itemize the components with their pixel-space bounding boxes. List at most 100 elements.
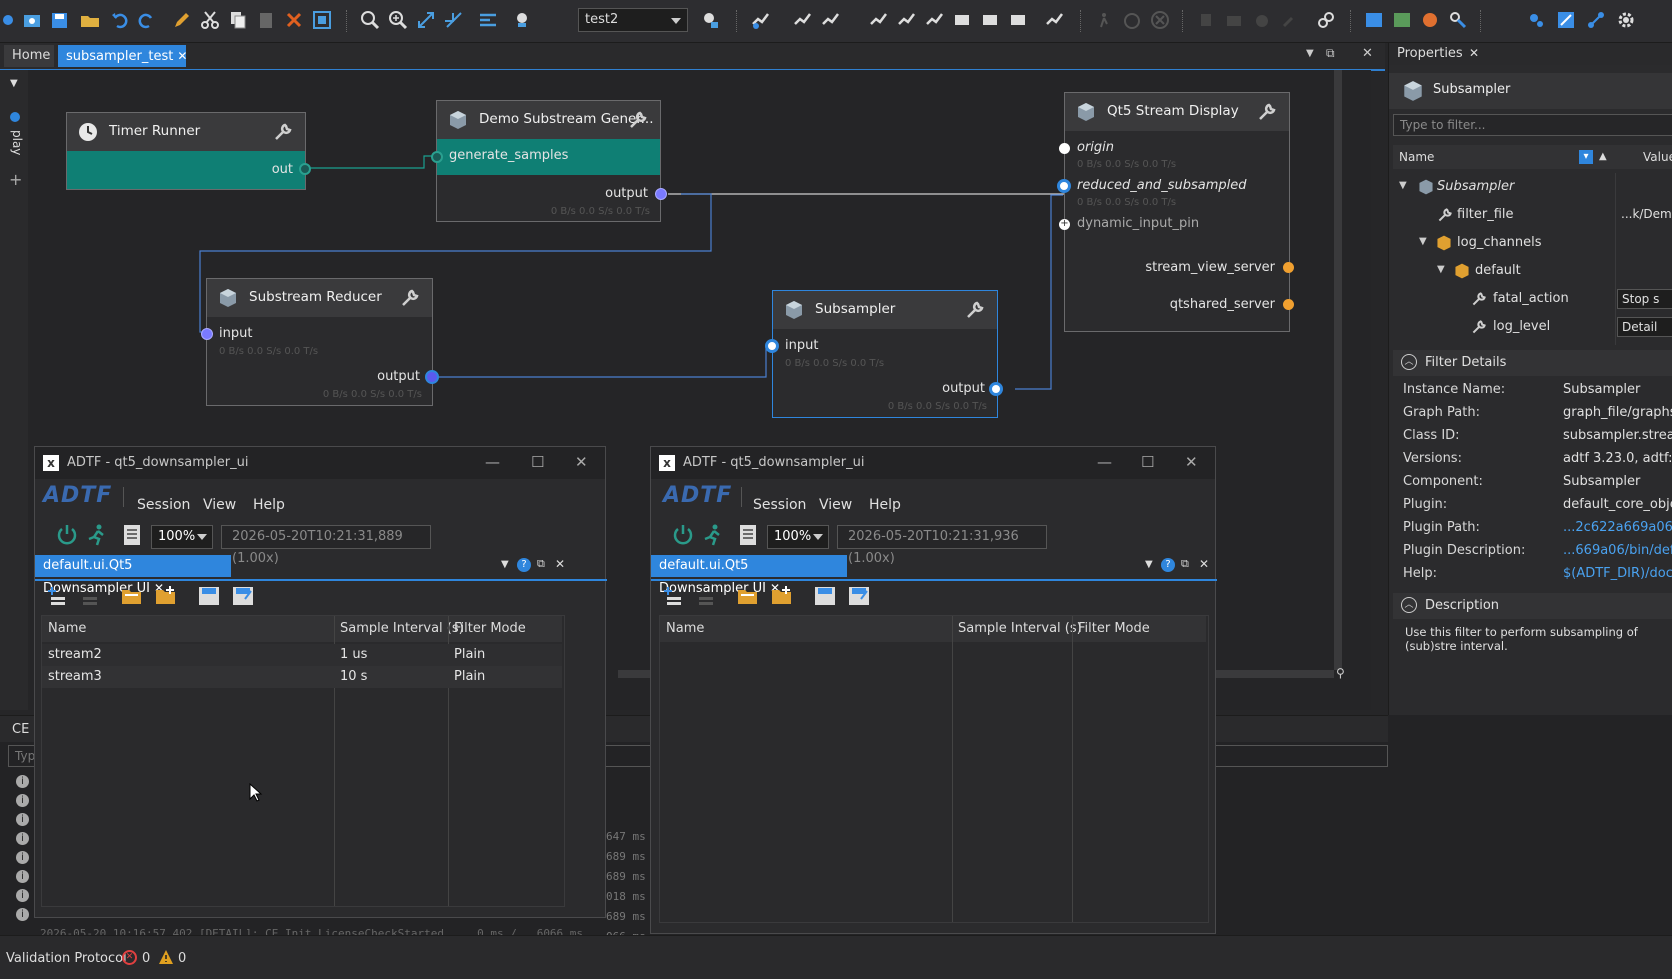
col-name[interactable]: Name bbox=[48, 616, 86, 642]
filter-stop-icon[interactable] bbox=[820, 10, 840, 30]
save-as-icon[interactable] bbox=[847, 585, 871, 607]
help-icon[interactable]: ? bbox=[517, 558, 531, 572]
wrench-icon[interactable] bbox=[400, 288, 420, 308]
maximize-icon[interactable]: ☐ bbox=[1141, 453, 1154, 471]
launch-icon[interactable] bbox=[700, 10, 720, 30]
collapse-icon[interactable] bbox=[444, 10, 464, 30]
menu-help[interactable]: Help bbox=[869, 497, 901, 513]
sort-ascending-icon[interactable]: ▲ bbox=[1599, 151, 1607, 162]
tab-downsampler-ui[interactable]: default.ui.Qt5 Downsampler UI ✕ bbox=[651, 555, 847, 596]
minimize-icon[interactable]: — bbox=[485, 453, 500, 471]
zoom-select[interactable]: 100% bbox=[767, 525, 829, 549]
chevron-down-icon[interactable]: ▼ bbox=[10, 78, 18, 89]
window-titlebar[interactable]: x ADTF - qt5_downsampler_ui — ☐ ✕ bbox=[35, 447, 605, 479]
float-icon[interactable]: ⧉ bbox=[1181, 557, 1189, 571]
pause-icon[interactable] bbox=[924, 10, 944, 30]
filter-details-header[interactable]: ︿ Filter Details bbox=[1393, 350, 1672, 376]
close-icon[interactable]: ✕ bbox=[1199, 557, 1209, 571]
maximize-icon[interactable]: ☐ bbox=[531, 453, 544, 471]
redo-icon[interactable] bbox=[136, 10, 156, 30]
profile-select[interactable]: test2 bbox=[578, 8, 688, 32]
zoom-icon[interactable]: ⚲ bbox=[1336, 666, 1345, 680]
pie-icon[interactable] bbox=[1420, 10, 1440, 30]
pin-out[interactable] bbox=[299, 163, 311, 175]
filter-run-icon[interactable] bbox=[750, 10, 770, 30]
tab-subsampler-test[interactable]: subsampler_test ✕ bbox=[58, 45, 187, 67]
cell-interval[interactable]: 10 s bbox=[340, 669, 367, 684]
detail-link[interactable]: ...2c622a669a06/ bbox=[1563, 520, 1672, 535]
add-stream-icon[interactable] bbox=[663, 585, 685, 607]
key-icon[interactable] bbox=[1448, 10, 1468, 30]
session-icon[interactable] bbox=[1008, 10, 1028, 30]
validation-label[interactable]: Validation Protocol bbox=[6, 951, 127, 966]
link-icon[interactable] bbox=[1316, 10, 1336, 30]
wrench-icon[interactable] bbox=[273, 122, 293, 142]
add-icon[interactable]: + bbox=[9, 170, 22, 189]
run-icon[interactable] bbox=[701, 523, 725, 547]
tab-downsampler-ui[interactable]: default.ui.Qt5 Downsampler UI ✕ bbox=[35, 555, 231, 596]
minimize-icon[interactable]: — bbox=[1097, 453, 1112, 471]
export-icon[interactable] bbox=[1556, 10, 1576, 30]
save-icon[interactable] bbox=[197, 585, 221, 607]
delete-icon[interactable] bbox=[284, 10, 304, 30]
share-icon[interactable] bbox=[1586, 10, 1606, 30]
new-folder-icon[interactable] bbox=[155, 585, 177, 607]
pin-origin[interactable] bbox=[1059, 143, 1070, 154]
pin-reduced-and-subsampled[interactable] bbox=[1057, 179, 1071, 193]
col-sample-interval[interactable]: Sample Interval (s) bbox=[340, 616, 464, 642]
filter-step-icon[interactable] bbox=[792, 10, 812, 30]
help-icon[interactable]: ? bbox=[1161, 558, 1175, 572]
wrench-icon[interactable] bbox=[965, 300, 985, 320]
menu-session[interactable]: Session bbox=[137, 497, 190, 513]
tree-row[interactable]: log_level Detail bbox=[1389, 315, 1672, 341]
record-icon[interactable] bbox=[952, 10, 972, 30]
plugins-icon[interactable] bbox=[1526, 10, 1546, 30]
col-sample-interval[interactable]: Sample Interval (s) bbox=[958, 616, 1082, 642]
power-icon[interactable] bbox=[55, 523, 79, 547]
node-qt5-stream-display[interactable]: Qt5 Stream Display origin 0 B/s 0.0 S/s … bbox=[1057, 92, 1294, 332]
copy-icon[interactable] bbox=[228, 10, 248, 30]
run-icon[interactable] bbox=[896, 10, 916, 30]
node-timer-runner[interactable]: Timer Runner out bbox=[66, 112, 311, 190]
close-icon[interactable]: ✕ bbox=[1362, 46, 1373, 61]
close-icon[interactable]: ✕ bbox=[555, 557, 565, 571]
zoom-in-icon[interactable] bbox=[388, 10, 408, 30]
float-icon[interactable]: ⧉ bbox=[1326, 46, 1335, 61]
init-icon[interactable] bbox=[868, 10, 888, 30]
undo-icon[interactable] bbox=[110, 10, 130, 30]
pin-out[interactable] bbox=[989, 382, 1003, 396]
save-as-icon[interactable] bbox=[231, 585, 255, 607]
menu-view[interactable]: View bbox=[203, 497, 236, 513]
view-icon[interactable] bbox=[512, 10, 532, 30]
menu-session[interactable]: Session bbox=[753, 497, 806, 513]
pin-out[interactable] bbox=[425, 370, 439, 384]
table-row[interactable]: stream3 10 s Plain bbox=[42, 666, 562, 688]
tree-row[interactable]: filter_file ...k/Dem bbox=[1389, 203, 1672, 229]
open-folder-icon[interactable] bbox=[80, 10, 100, 30]
col-filter-mode[interactable]: Filter Mode bbox=[454, 616, 526, 642]
pin-in[interactable] bbox=[431, 151, 443, 163]
tree-row[interactable]: ▼ log_channels bbox=[1389, 231, 1672, 257]
pin-qtshared-server[interactable] bbox=[1283, 299, 1294, 310]
cell-mode[interactable]: Plain bbox=[454, 647, 485, 662]
cell-interval[interactable]: 1 us bbox=[340, 647, 367, 662]
settings-icon[interactable] bbox=[2, 10, 22, 30]
chevron-down-icon[interactable]: ▼ bbox=[1437, 264, 1445, 275]
run-icon[interactable] bbox=[85, 523, 109, 547]
save-icon[interactable] bbox=[813, 585, 837, 607]
node-demo-generator[interactable]: Demo Substream Gener... generate_samples… bbox=[431, 100, 667, 222]
select-all-icon[interactable] bbox=[312, 10, 332, 30]
log-level-select[interactable]: Detail bbox=[1617, 317, 1672, 337]
pencil-icon[interactable] bbox=[172, 10, 192, 30]
image-icon[interactable] bbox=[1392, 10, 1412, 30]
tab-menu-icon[interactable]: ▼ bbox=[1145, 559, 1153, 570]
cut-icon[interactable] bbox=[200, 10, 220, 30]
fatal-action-select[interactable]: Stop s bbox=[1617, 289, 1672, 309]
node-substream-reducer[interactable]: Substream Reducer input 0 B/s 0.0 S/s 0.… bbox=[201, 278, 439, 406]
chevron-down-icon[interactable]: ▼ bbox=[1399, 180, 1407, 191]
wrench-icon[interactable] bbox=[1257, 102, 1277, 122]
expand-icon[interactable] bbox=[416, 10, 436, 30]
cell-mode[interactable]: Plain bbox=[454, 669, 485, 684]
screenshot-icon[interactable] bbox=[22, 10, 42, 30]
zoom-icon[interactable] bbox=[360, 10, 380, 30]
